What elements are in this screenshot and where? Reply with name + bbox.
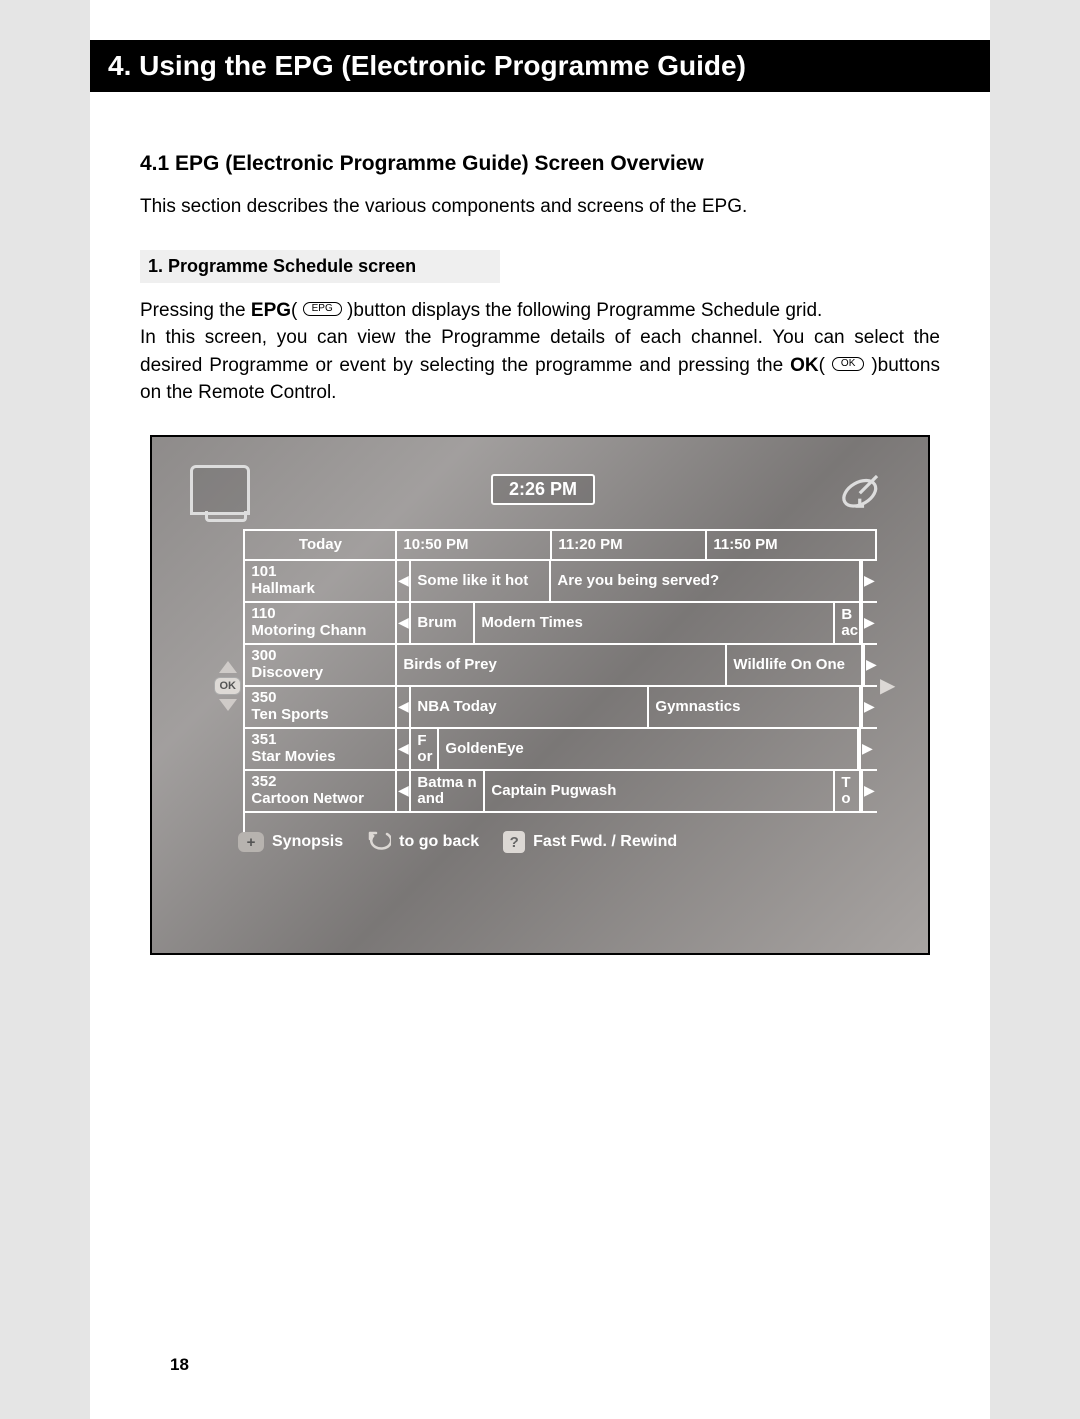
- programme-cell[interactable]: Brum: [411, 603, 475, 643]
- chapter-title: 4. Using the EPG (Electronic Programme G…: [90, 40, 990, 92]
- footer-synopsis-label: Synopsis: [272, 833, 343, 851]
- footer-back-label: to go back: [399, 833, 479, 851]
- programme-cell[interactable]: Are you being served?: [551, 561, 861, 601]
- programme-grid: Today 10:50 PM 11:20 PM 11:50 PM 101Hall…: [243, 529, 877, 843]
- grid-row: 110Motoring Chann◀BrumModern TimesB ac▶: [245, 603, 877, 645]
- footer-synopsis[interactable]: + Synopsis: [238, 832, 343, 852]
- intro-paragraph: This section describes the various compo…: [140, 194, 940, 220]
- arrow-right-icon[interactable]: ▶: [861, 561, 875, 601]
- arrow-left-icon[interactable]: ◀: [397, 771, 411, 811]
- channel-cell[interactable]: 101Hallmark: [245, 561, 397, 601]
- arrow-left-icon[interactable]: ◀: [397, 603, 411, 643]
- current-time: 2:26 PM: [491, 474, 595, 505]
- arrow-left-icon[interactable]: ◀: [397, 729, 411, 769]
- channel-cell[interactable]: 110Motoring Chann: [245, 603, 397, 643]
- grid-row: 350Ten Sports◀NBA TodayGymnastics▶: [245, 687, 877, 729]
- channel-cell[interactable]: 352Cartoon Networ: [245, 771, 397, 811]
- grid-row: 351Star Movies◀F orGoldenEye▶: [245, 729, 877, 771]
- programme-area: ◀BrumModern TimesB ac▶: [397, 603, 877, 643]
- programme-cell[interactable]: T o: [835, 771, 861, 811]
- epg-button-icon: EPG: [303, 302, 342, 316]
- sub-heading: 1. Programme Schedule screen: [140, 250, 500, 283]
- programme-area: Birds of PreyWildlife On One▶: [397, 645, 877, 685]
- programme-cell[interactable]: Captain Pugwash: [485, 771, 835, 811]
- text: (: [819, 355, 832, 376]
- grid-row: 352Cartoon Networ◀Batma n andCaptain Pug…: [245, 771, 877, 813]
- satellite-dish-icon: [836, 463, 890, 517]
- ok-button[interactable]: OK: [214, 677, 241, 695]
- text: Pressing the: [140, 300, 251, 321]
- grid-row: 300DiscoveryBirds of PreyWildlife On One…: [245, 645, 877, 687]
- ok-button-icon: OK: [832, 357, 864, 371]
- header-time-1: 10:50 PM: [397, 531, 552, 559]
- arrow-up-icon[interactable]: [219, 661, 237, 673]
- programme-cell[interactable]: Gymnastics: [649, 687, 861, 727]
- programme-cell[interactable]: GoldenEye: [439, 729, 859, 769]
- programme-cell[interactable]: B ac: [835, 603, 861, 643]
- programme-cell[interactable]: Some like it hot: [411, 561, 551, 601]
- programme-cell[interactable]: Modern Times: [475, 603, 835, 643]
- page-number: 18: [170, 1355, 189, 1375]
- back-icon: [367, 830, 391, 855]
- text: )button displays the following Programme…: [342, 300, 823, 321]
- footer-back[interactable]: to go back: [367, 830, 479, 855]
- header-time-3: 11:50 PM: [707, 531, 877, 559]
- question-icon: ?: [503, 831, 525, 853]
- arrow-right-icon[interactable]: ▶: [861, 687, 875, 727]
- tv-icon: [190, 465, 250, 515]
- channel-cell[interactable]: 300Discovery: [245, 645, 397, 685]
- arrow-right-icon[interactable]: ▶: [861, 771, 875, 811]
- grid-row: 101Hallmark◀Some like it hotAre you bein…: [245, 561, 877, 603]
- arrow-right-outer-icon[interactable]: ▶: [877, 529, 898, 843]
- plus-icon: +: [238, 832, 264, 852]
- programme-cell[interactable]: NBA Today: [411, 687, 649, 727]
- nav-left-controls: OK: [214, 529, 241, 843]
- epg-label: EPG: [251, 300, 291, 321]
- footer-ffwd-label: Fast Fwd. / Rewind: [533, 833, 677, 851]
- header-time-2: 11:20 PM: [552, 531, 707, 559]
- programme-cell[interactable]: Batma n and: [411, 771, 485, 811]
- programme-cell[interactable]: Wildlife On One: [727, 645, 863, 685]
- arrow-left-icon[interactable]: ◀: [397, 687, 411, 727]
- header-today: Today: [245, 531, 397, 559]
- arrow-down-icon[interactable]: [219, 699, 237, 711]
- arrow-right-icon[interactable]: ▶: [861, 603, 875, 643]
- programme-area: ◀NBA TodayGymnastics▶: [397, 687, 877, 727]
- footer-ffwd[interactable]: ? Fast Fwd. / Rewind: [503, 831, 677, 853]
- programme-area: ◀Batma n andCaptain PugwashT o▶: [397, 771, 877, 811]
- channel-cell[interactable]: 351Star Movies: [245, 729, 397, 769]
- epg-screenshot: 2:26 PM OK Today 10:50 PM: [150, 435, 930, 955]
- programme-cell[interactable]: F or: [411, 729, 439, 769]
- arrow-left-icon[interactable]: ◀: [397, 561, 411, 601]
- section-title: 4.1 EPG (Electronic Programme Guide) Scr…: [140, 152, 940, 176]
- text: (: [291, 300, 303, 321]
- channel-cell[interactable]: 350Ten Sports: [245, 687, 397, 727]
- arrow-right-icon[interactable]: ▶: [859, 729, 873, 769]
- ok-label: OK: [790, 355, 819, 376]
- arrow-right-icon[interactable]: ▶: [863, 645, 877, 685]
- programme-area: ◀F orGoldenEye▶: [397, 729, 877, 769]
- body-paragraph: Pressing the EPG( EPG )button displays t…: [140, 297, 940, 407]
- screenshot-footer: + Synopsis to go back ? Fast Fwd. / Rewi…: [238, 830, 904, 855]
- programme-area: ◀Some like it hotAre you being served?▶: [397, 561, 877, 601]
- programme-cell[interactable]: Birds of Prey: [397, 645, 727, 685]
